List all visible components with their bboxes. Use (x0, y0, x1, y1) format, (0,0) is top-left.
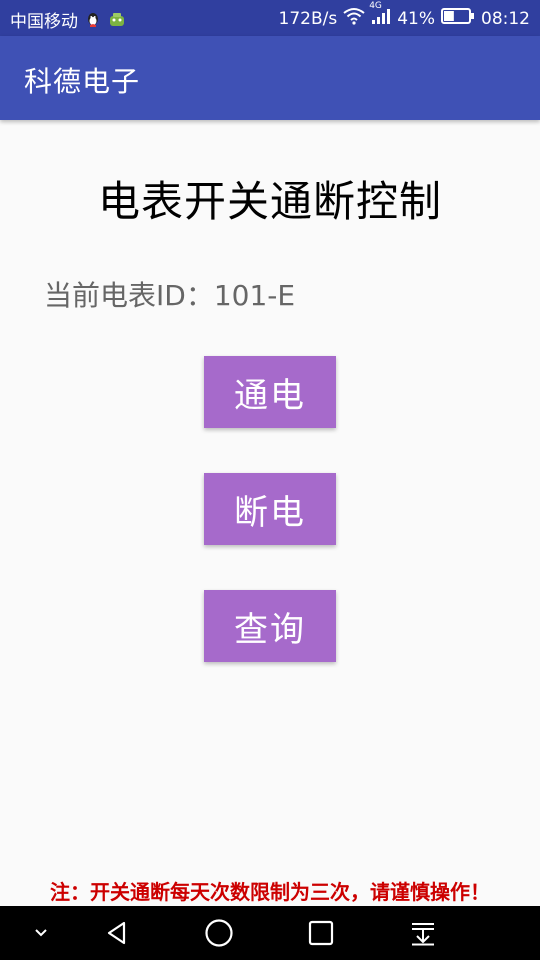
network-speed: 172B/s (278, 8, 338, 29)
qq-icon (84, 11, 102, 29)
wifi-icon (343, 7, 365, 30)
app-title: 科德电子 (24, 65, 141, 98)
signal-group: 4G (369, 1, 391, 30)
carrier-name: 中国移动 (10, 12, 78, 32)
meter-id-label: 当前电表ID：101-E (44, 279, 296, 312)
battery-icon (441, 7, 475, 30)
power-off-button[interactable]: 断电 (204, 473, 336, 545)
navigation-bar (0, 906, 540, 960)
status-left: 中国移动 (10, 7, 126, 32)
app-notification-icon (108, 11, 126, 29)
battery-percent: 41% (397, 8, 435, 29)
app-bar: 科德电子 (0, 36, 540, 120)
back-icon[interactable] (92, 906, 142, 960)
status-bar: 中国移动 172B/s 4G 41% 08:12 (0, 0, 540, 36)
status-right: 172B/s 4G 41% 08:12 (278, 1, 531, 30)
query-button[interactable]: 查询 (204, 590, 336, 662)
collapse-icon[interactable] (16, 906, 66, 960)
screen: 中国移动 172B/s 4G 41% 08:12 科德电子 电表开关通断控制 当… (0, 0, 540, 960)
recents-icon[interactable] (296, 906, 346, 960)
notification-pull-icon[interactable] (398, 906, 448, 960)
page-heading: 电表开关通断控制 (97, 177, 442, 226)
power-on-button[interactable]: 通电 (204, 356, 336, 428)
limit-notice: 注：开关通断每天次数限制为三次，请谨慎操作！ (50, 880, 490, 904)
network-type: 4G (369, 1, 382, 11)
home-icon[interactable] (194, 906, 244, 960)
clock: 08:12 (481, 8, 530, 29)
